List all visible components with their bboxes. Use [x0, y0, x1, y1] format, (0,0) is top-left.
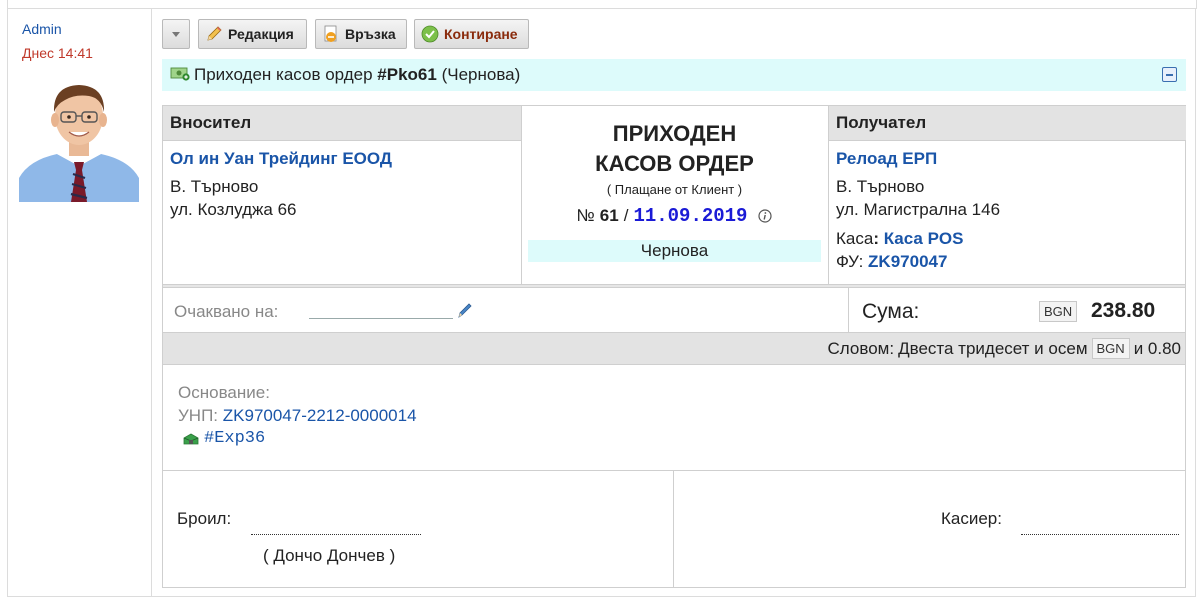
order-title-line1: ПРИХОДЕН [612, 121, 737, 146]
chevron-down-icon [172, 31, 180, 37]
signatures-row: Броил: ( Дончо Дончев ) Касиер: [163, 471, 1185, 587]
order-date: 11.09.2019 [633, 205, 748, 227]
shipment-box-icon [183, 433, 199, 444]
cashier-signature-line [1021, 534, 1179, 535]
sum-label: Сума: [862, 300, 920, 323]
user-name-link[interactable]: Admin [22, 21, 62, 37]
amount-in-words-text: Двеста тридесет и осем [898, 338, 1088, 358]
expense-link-row: #Exp36 [182, 429, 265, 448]
amount-row: Очаквано на: Сума: BGN 238.80 [163, 288, 1185, 332]
document-title-prefix: Приходен касов ордер [194, 65, 373, 84]
edit-button-label: Редакция [228, 26, 294, 42]
amount-in-words-tail: и 0.80 [1133, 338, 1181, 358]
avatar-image-icon [19, 74, 139, 202]
cash-document-icon [170, 65, 190, 86]
cashier-label: Касиер: [941, 509, 1002, 528]
status-badge: Чернова [528, 240, 821, 262]
order-subtitle: ( Плащане от Клиент ) [606, 182, 743, 197]
counted-by-cell: Броил: ( Дончо Дончев ) [163, 471, 674, 587]
cash-register-label: Каса [836, 229, 874, 248]
payer-cell: Вносител Ол ин Уан Трейдинг ЕООД В. Търн… [163, 106, 522, 284]
fiscal-device-label: ФУ: [836, 252, 864, 271]
post-time: Днес 14:41 [22, 45, 93, 61]
receiver-cell: Получател Релоад ЕРП В. Търново ул. Маги… [828, 106, 1186, 284]
order-number-prefix: № [576, 206, 595, 225]
payer-name-link[interactable]: Ол ин Уан Трейдинг ЕООД [170, 149, 521, 169]
expected-date-label: Очаквано на: [174, 302, 279, 321]
cash-register-row: Каса: Каса POS [836, 227, 1186, 250]
more-actions-dropdown-button[interactable] [162, 19, 190, 49]
currency-badge: BGN [1039, 301, 1078, 322]
cash-order-document: Вносител Ол ин Уан Трейдинг ЕООД В. Търн… [162, 105, 1186, 588]
post-button-label: Контиране [444, 26, 518, 42]
post-button[interactable]: Контиране [414, 19, 529, 49]
order-number-row: № 61 / 11.09.2019 [521, 205, 828, 227]
receiver-name-link[interactable]: Релоад ЕРП [836, 149, 1186, 169]
receiver-address: ул. Магистрална 146 [836, 200, 1001, 219]
link-button[interactable]: Връзка [315, 19, 407, 49]
order-heading-cell: ПРИХОДЕН КАСОВ ОРДЕР ( Плащане от Клиент… [521, 106, 828, 284]
amount-in-words-row: Словом: Двеста тридесет и осем BGN и 0.8… [163, 332, 1185, 365]
counted-by-label: Броил: [177, 509, 232, 528]
document-title-bar: Приходен касов ордер #Pko61 (Чернова) [162, 59, 1186, 91]
unp-row: УНП: ZK970047-2212-0000014 [178, 406, 417, 426]
author-panel: Admin Днес 14:41 [7, 8, 152, 597]
document-title-status: (Чернова) [441, 65, 521, 84]
pencil-icon [205, 25, 223, 43]
payer-city: В. Търново [170, 177, 259, 196]
counted-by-name: ( Дончо Дончев ) [263, 546, 396, 565]
words-currency-badge: BGN [1091, 338, 1130, 359]
amount-in-words-label: Словом: [827, 338, 895, 358]
sum-value: 238.80 [1091, 299, 1156, 322]
fiscal-device-value: ZK970047 [868, 252, 948, 271]
receiver-header: Получател [829, 106, 1186, 141]
receiver-city: В. Търново [836, 177, 925, 196]
check-circle-icon [421, 25, 439, 43]
document-code: #Pko61 [377, 65, 437, 84]
unp-label: УНП: [178, 406, 219, 425]
cash-register-link[interactable]: Каса POS [884, 229, 964, 248]
collapse-minus-icon[interactable] [1162, 67, 1177, 82]
document-panel: Редакция Връзка Контиране Приходен касов… [151, 8, 1196, 597]
payer-header: Вносител [163, 106, 521, 141]
basis-row: Основание: УНП: ZK970047-2212-0000014 #E… [163, 365, 1185, 471]
order-number-separator: / [623, 206, 629, 225]
payer-address: ул. Козлуджа 66 [170, 200, 297, 219]
basis-label: Основание: [178, 383, 270, 402]
info-icon[interactable] [758, 209, 773, 223]
link-button-label: Връзка [345, 26, 396, 42]
counted-by-signature-line [251, 534, 421, 535]
edit-expected-date-pencil-icon[interactable] [456, 301, 474, 324]
expense-code-link[interactable]: #Exp36 [204, 429, 265, 448]
cash-register-separator: : [873, 229, 879, 248]
order-title-line2: КАСОВ ОРДЕР [595, 151, 754, 176]
avatar [19, 74, 139, 202]
fiscal-device-row: ФУ: ZK970047 [836, 250, 1186, 273]
sum-cell: Сума: BGN 238.80 [848, 288, 1186, 332]
unp-value: ZK970047-2212-0000014 [222, 406, 417, 425]
edit-button[interactable]: Редакция [198, 19, 307, 49]
expected-date-field [309, 318, 453, 319]
order-number: 61 [599, 206, 619, 225]
link-document-icon [322, 25, 340, 43]
